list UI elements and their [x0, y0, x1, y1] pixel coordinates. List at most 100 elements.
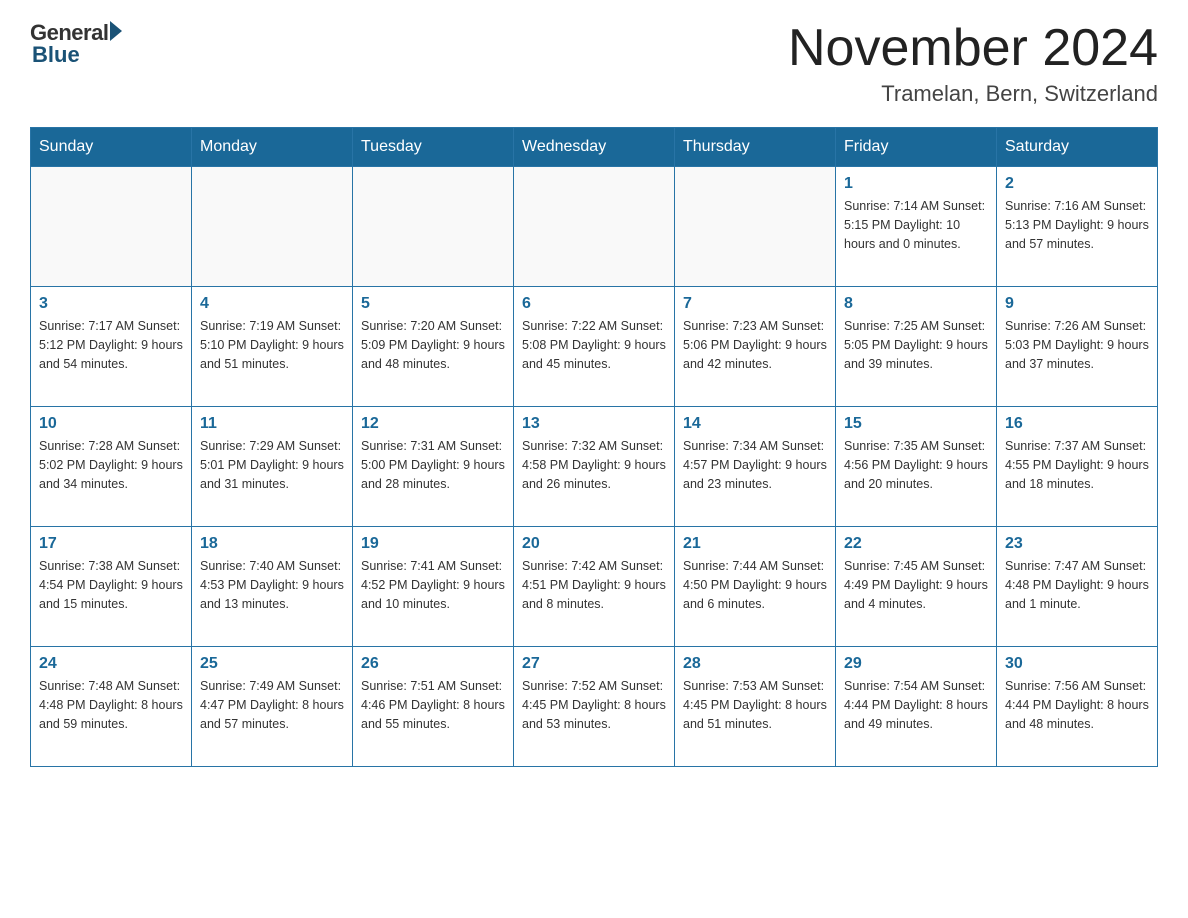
calendar-cell: 19 Sunrise: 7:41 AM Sunset: 4:52 PM Dayli…	[353, 527, 514, 647]
day-number: 16	[1005, 415, 1149, 433]
week-row-1: 1Sunrise: 7:14 AM Sunset: 5:15 PM Daylig…	[31, 167, 1158, 287]
week-row-2: 3 Sunrise: 7:17 AM Sunset: 5:12 PM Daylig…	[31, 287, 1158, 407]
day-info: Sunrise: 7:17 AM Sunset: 5:12 PM Dayligh…	[39, 317, 183, 373]
calendar-cell: 30 Sunrise: 7:56 AM Sunset: 4:44 PM Dayli…	[997, 647, 1158, 767]
day-number: 9	[1005, 295, 1149, 313]
weekday-header-saturday: Saturday	[997, 128, 1158, 167]
calendar-cell: 20 Sunrise: 7:42 AM Sunset: 4:51 PM Dayli…	[514, 527, 675, 647]
day-number: 15	[844, 415, 988, 433]
calendar-cell: 3 Sunrise: 7:17 AM Sunset: 5:12 PM Daylig…	[31, 287, 192, 407]
week-row-5: 24 Sunrise: 7:48 AM Sunset: 4:48 PM Dayli…	[31, 647, 1158, 767]
day-number: 21	[683, 535, 827, 553]
day-info: Sunrise: 7:41 AM Sunset: 4:52 PM Dayligh…	[361, 557, 505, 613]
day-info: Sunrise: 7:29 AM Sunset: 5:01 PM Dayligh…	[200, 437, 344, 493]
weekday-header-monday: Monday	[192, 128, 353, 167]
day-info: Sunrise: 7:28 AM Sunset: 5:02 PM Dayligh…	[39, 437, 183, 493]
day-info: Sunrise: 7:34 AM Sunset: 4:57 PM Dayligh…	[683, 437, 827, 493]
weekday-header-tuesday: Tuesday	[353, 128, 514, 167]
calendar-cell: 21Sunrise: 7:44 AM Sunset: 4:50 PM Dayli…	[675, 527, 836, 647]
calendar-cell: 18 Sunrise: 7:40 AM Sunset: 4:53 PM Dayli…	[192, 527, 353, 647]
page-header: General Blue November 2024 Tramelan, Ber…	[30, 20, 1158, 107]
location-text: Tramelan, Bern, Switzerland	[788, 81, 1158, 107]
day-info: Sunrise: 7:16 AM Sunset: 5:13 PM Dayligh…	[1005, 197, 1149, 253]
day-info: Sunrise: 7:31 AM Sunset: 5:00 PM Dayligh…	[361, 437, 505, 493]
calendar-cell: 17Sunrise: 7:38 AM Sunset: 4:54 PM Dayli…	[31, 527, 192, 647]
day-number: 2	[1005, 175, 1149, 193]
day-number: 8	[844, 295, 988, 313]
calendar-cell: 12 Sunrise: 7:31 AM Sunset: 5:00 PM Dayli…	[353, 407, 514, 527]
calendar-table: SundayMondayTuesdayWednesdayThursdayFrid…	[30, 127, 1158, 767]
logo: General Blue	[30, 20, 122, 68]
day-info: Sunrise: 7:52 AM Sunset: 4:45 PM Dayligh…	[522, 677, 666, 733]
calendar-cell: 9 Sunrise: 7:26 AM Sunset: 5:03 PM Daylig…	[997, 287, 1158, 407]
calendar-cell: 23Sunrise: 7:47 AM Sunset: 4:48 PM Dayli…	[997, 527, 1158, 647]
logo-arrow-icon	[110, 21, 122, 41]
calendar-cell: 27 Sunrise: 7:52 AM Sunset: 4:45 PM Dayli…	[514, 647, 675, 767]
day-info: Sunrise: 7:40 AM Sunset: 4:53 PM Dayligh…	[200, 557, 344, 613]
calendar-cell: 26 Sunrise: 7:51 AM Sunset: 4:46 PM Dayli…	[353, 647, 514, 767]
day-number: 27	[522, 655, 666, 673]
calendar-cell: 22Sunrise: 7:45 AM Sunset: 4:49 PM Dayli…	[836, 527, 997, 647]
day-info: Sunrise: 7:42 AM Sunset: 4:51 PM Dayligh…	[522, 557, 666, 613]
calendar-cell: 13 Sunrise: 7:32 AM Sunset: 4:58 PM Dayli…	[514, 407, 675, 527]
day-info: Sunrise: 7:35 AM Sunset: 4:56 PM Dayligh…	[844, 437, 988, 493]
day-info: Sunrise: 7:19 AM Sunset: 5:10 PM Dayligh…	[200, 317, 344, 373]
day-number: 13	[522, 415, 666, 433]
day-info: Sunrise: 7:53 AM Sunset: 4:45 PM Dayligh…	[683, 677, 827, 733]
week-row-3: 10 Sunrise: 7:28 AM Sunset: 5:02 PM Dayli…	[31, 407, 1158, 527]
day-number: 14	[683, 415, 827, 433]
weekday-header-row: SundayMondayTuesdayWednesdayThursdayFrid…	[31, 128, 1158, 167]
weekday-header-sunday: Sunday	[31, 128, 192, 167]
week-row-4: 17Sunrise: 7:38 AM Sunset: 4:54 PM Dayli…	[31, 527, 1158, 647]
logo-blue-text: Blue	[32, 42, 80, 68]
day-number: 4	[200, 295, 344, 313]
calendar-cell: 16Sunrise: 7:37 AM Sunset: 4:55 PM Dayli…	[997, 407, 1158, 527]
calendar-body: 1Sunrise: 7:14 AM Sunset: 5:15 PM Daylig…	[31, 167, 1158, 767]
day-number: 20	[522, 535, 666, 553]
calendar-cell: 10 Sunrise: 7:28 AM Sunset: 5:02 PM Dayli…	[31, 407, 192, 527]
day-number: 5	[361, 295, 505, 313]
day-info: Sunrise: 7:49 AM Sunset: 4:47 PM Dayligh…	[200, 677, 344, 733]
month-title: November 2024	[788, 20, 1158, 77]
day-number: 7	[683, 295, 827, 313]
calendar-cell: 2 Sunrise: 7:16 AM Sunset: 5:13 PM Daylig…	[997, 167, 1158, 287]
day-number: 24	[39, 655, 183, 673]
calendar-cell: 28Sunrise: 7:53 AM Sunset: 4:45 PM Dayli…	[675, 647, 836, 767]
day-info: Sunrise: 7:23 AM Sunset: 5:06 PM Dayligh…	[683, 317, 827, 373]
day-info: Sunrise: 7:56 AM Sunset: 4:44 PM Dayligh…	[1005, 677, 1149, 733]
calendar-cell: 1Sunrise: 7:14 AM Sunset: 5:15 PM Daylig…	[836, 167, 997, 287]
day-number: 1	[844, 175, 988, 193]
day-info: Sunrise: 7:38 AM Sunset: 4:54 PM Dayligh…	[39, 557, 183, 613]
title-section: November 2024 Tramelan, Bern, Switzerlan…	[788, 20, 1158, 107]
day-info: Sunrise: 7:26 AM Sunset: 5:03 PM Dayligh…	[1005, 317, 1149, 373]
day-number: 18	[200, 535, 344, 553]
calendar-cell: 6Sunrise: 7:22 AM Sunset: 5:08 PM Daylig…	[514, 287, 675, 407]
weekday-header-wednesday: Wednesday	[514, 128, 675, 167]
calendar-cell: 25Sunrise: 7:49 AM Sunset: 4:47 PM Dayli…	[192, 647, 353, 767]
calendar-cell: 7 Sunrise: 7:23 AM Sunset: 5:06 PM Daylig…	[675, 287, 836, 407]
calendar-cell: 11Sunrise: 7:29 AM Sunset: 5:01 PM Dayli…	[192, 407, 353, 527]
calendar-cell: 8 Sunrise: 7:25 AM Sunset: 5:05 PM Daylig…	[836, 287, 997, 407]
day-info: Sunrise: 7:22 AM Sunset: 5:08 PM Dayligh…	[522, 317, 666, 373]
calendar-cell	[192, 167, 353, 287]
calendar-cell: 4 Sunrise: 7:19 AM Sunset: 5:10 PM Daylig…	[192, 287, 353, 407]
day-number: 10	[39, 415, 183, 433]
day-info: Sunrise: 7:48 AM Sunset: 4:48 PM Dayligh…	[39, 677, 183, 733]
calendar-cell	[675, 167, 836, 287]
weekday-header-friday: Friday	[836, 128, 997, 167]
day-number: 19	[361, 535, 505, 553]
calendar-cell	[353, 167, 514, 287]
day-number: 3	[39, 295, 183, 313]
day-info: Sunrise: 7:51 AM Sunset: 4:46 PM Dayligh…	[361, 677, 505, 733]
calendar-header: SundayMondayTuesdayWednesdayThursdayFrid…	[31, 128, 1158, 167]
day-info: Sunrise: 7:47 AM Sunset: 4:48 PM Dayligh…	[1005, 557, 1149, 613]
day-info: Sunrise: 7:25 AM Sunset: 5:05 PM Dayligh…	[844, 317, 988, 373]
day-number: 12	[361, 415, 505, 433]
calendar-cell: 5Sunrise: 7:20 AM Sunset: 5:09 PM Daylig…	[353, 287, 514, 407]
day-number: 26	[361, 655, 505, 673]
calendar-cell	[514, 167, 675, 287]
day-number: 29	[844, 655, 988, 673]
calendar-cell: 29Sunrise: 7:54 AM Sunset: 4:44 PM Dayli…	[836, 647, 997, 767]
day-number: 30	[1005, 655, 1149, 673]
day-info: Sunrise: 7:32 AM Sunset: 4:58 PM Dayligh…	[522, 437, 666, 493]
